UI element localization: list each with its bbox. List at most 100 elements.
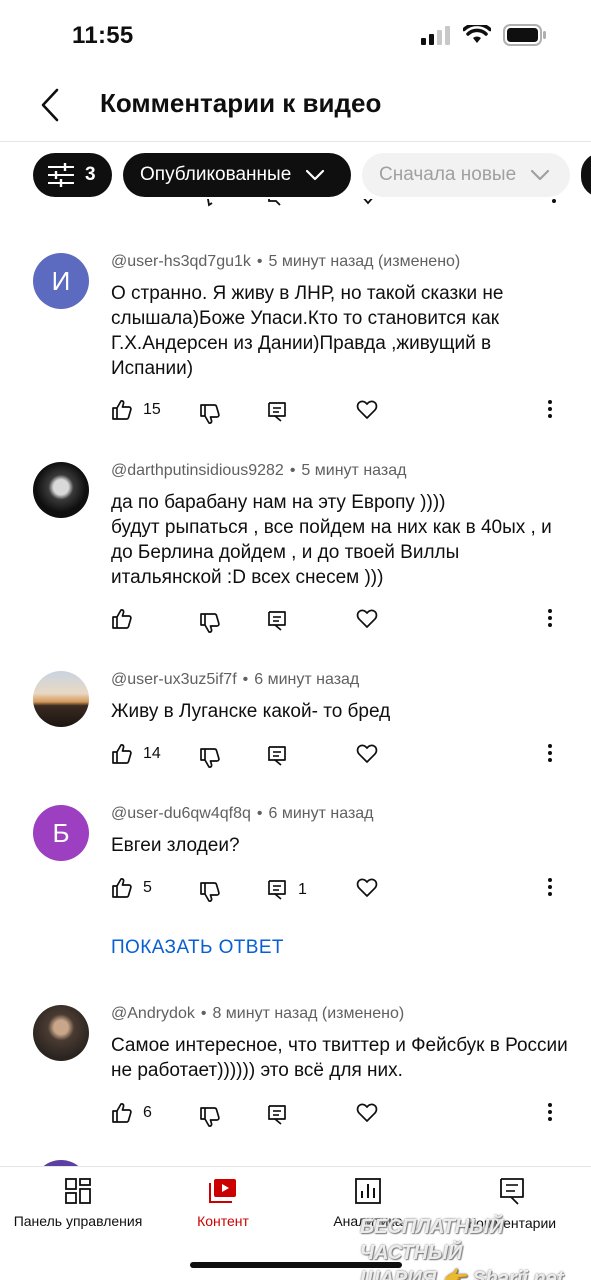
heart-icon <box>356 609 378 628</box>
status-time: 11:55 <box>72 22 134 49</box>
comment-actions <box>0 608 591 638</box>
published-dropdown[interactable]: Опубликованные <box>123 153 351 197</box>
comment-author[interactable]: @user-hs3qd7gu1k <box>111 253 251 270</box>
heart-icon <box>356 1103 378 1122</box>
more-icon <box>548 1103 552 1121</box>
more-button[interactable] <box>546 608 554 628</box>
reply-button[interactable] <box>266 1104 288 1126</box>
watermark-line: ШАРИЯ 👉 Sharij.net <box>360 1268 564 1280</box>
more-icon <box>548 400 552 418</box>
reply-button[interactable]: 1 <box>266 879 307 901</box>
dislike-icon <box>200 404 220 424</box>
avatar[interactable] <box>33 671 89 727</box>
like-count: 5 <box>143 879 152 896</box>
heart-button[interactable] <box>356 608 378 630</box>
comment-author[interactable]: @Andrydok <box>111 1005 195 1022</box>
published-label: Опубликованные <box>140 164 292 185</box>
show-replies-button[interactable]: ПОКАЗАТЬ ОТВЕТ <box>111 937 284 959</box>
reply-count: 1 <box>298 881 307 898</box>
comment-author[interactable]: @darthputinsidious9282 <box>111 462 284 479</box>
comment-author[interactable]: @user-ux3uz5if7f <box>111 671 237 688</box>
wifi-icon <box>463 25 491 43</box>
filter-chips: 3 Опубликованные Сначала новые <box>0 153 591 199</box>
comment-meta: @darthputinsidious9282 • 5 минут назад <box>111 462 407 479</box>
dislike-button[interactable] <box>199 612 221 634</box>
watermark-line: БЕСПЛАТНЫЙ ЧАСТНЫЙ <box>360 1216 504 1264</box>
dislike-icon <box>200 613 220 633</box>
comment-text: Самое интересное, что твиттер и Фейсбук … <box>111 1035 568 1081</box>
avatar[interactable]: Б <box>33 805 89 861</box>
avatar[interactable]: И <box>33 253 89 309</box>
comment-meta: @user-ux3uz5if7f • 6 минут назад <box>111 671 360 688</box>
comment-meta: @user-hs3qd7gu1k • 5 минут назад (изменено… <box>111 253 461 270</box>
more-button[interactable] <box>546 399 554 419</box>
more-chip[interactable] <box>581 153 591 197</box>
dislike-button[interactable] <box>199 747 221 769</box>
sliders-icon <box>48 163 74 187</box>
comment-actions: 14 <box>0 743 591 773</box>
heart-button[interactable] <box>356 743 378 765</box>
dislike-button[interactable] <box>199 881 221 903</box>
heart-button[interactable] <box>356 877 378 899</box>
like-button[interactable]: 14 <box>111 743 161 765</box>
comment-time: 6 минут назад <box>254 671 360 688</box>
filter-chip[interactable]: 3 <box>33 153 112 197</box>
like-icon <box>112 400 132 420</box>
status-icons <box>421 24 547 46</box>
filter-count: 3 <box>85 164 96 185</box>
comments-icon <box>500 1178 524 1205</box>
chevron-down-icon <box>306 169 325 181</box>
comment-time: 5 минут назад <box>301 462 407 479</box>
comment-text: да по барабану нам на эту Европу )))) бу… <box>111 492 552 588</box>
content-icon <box>209 1179 236 1203</box>
reply-icon <box>268 880 286 900</box>
comment-time: 8 минут назад (изменено) <box>212 1005 405 1022</box>
comment-actions: 6 <box>0 1102 591 1132</box>
dislike-icon <box>200 748 220 768</box>
like-count: 6 <box>143 1104 152 1121</box>
comment-actions: 5 1 <box>0 877 591 907</box>
more-button[interactable] <box>546 1102 554 1122</box>
heart-button[interactable] <box>356 1102 378 1124</box>
comment-text: О странно. Я живу в ЛНР, но такой сказки… <box>111 283 504 379</box>
avatar[interactable] <box>33 1005 89 1061</box>
heart-button[interactable] <box>356 399 378 421</box>
avatar[interactable] <box>33 462 89 518</box>
signal-icon <box>421 26 450 45</box>
comment-text: Живу в Луганске какой- то бред <box>111 701 391 722</box>
sort-dropdown[interactable]: Сначала новые <box>362 153 570 197</box>
like-button[interactable] <box>111 608 143 630</box>
dislike-button[interactable] <box>199 403 221 425</box>
more-button[interactable] <box>546 743 554 763</box>
reply-button[interactable] <box>266 610 288 632</box>
heart-icon <box>356 400 378 419</box>
header: Комментарии к видео <box>0 70 591 142</box>
dislike-icon <box>200 1107 220 1127</box>
reply-button[interactable] <box>266 401 288 423</box>
analytics-icon <box>355 1178 381 1204</box>
watermark: БЕСПЛАТНЫЙ ЧАСТНЫЙ ШАРИЯ 👉 Sharij.net <box>360 1214 591 1280</box>
like-button[interactable]: 6 <box>111 1102 152 1124</box>
more-icon <box>548 609 552 627</box>
comment-text: Евгеи злодеи? <box>111 835 240 856</box>
comment: @user-ux3uz5if7f • 6 минут назад Живу в Лу… <box>0 671 591 781</box>
nav-label: Контент <box>197 1213 249 1229</box>
like-button[interactable]: 15 <box>111 399 161 421</box>
like-button[interactable]: 5 <box>111 877 152 899</box>
dislike-icon <box>200 882 220 902</box>
page-title: Комментарии к видео <box>100 88 382 118</box>
dislike-icon <box>207 199 213 207</box>
comment-time: 5 минут назад (изменено) <box>268 253 461 270</box>
nav-dashboard[interactable]: Панель управления <box>10 1177 146 1229</box>
like-icon <box>112 878 132 898</box>
comment-author[interactable]: @user-du6qw4qf8q <box>111 805 251 822</box>
reply-button[interactable] <box>266 745 288 767</box>
more-button[interactable] <box>546 877 554 897</box>
back-button[interactable] <box>34 86 66 124</box>
heart-icon <box>356 744 378 763</box>
reply-icon <box>268 611 286 631</box>
like-count: 14 <box>143 745 161 762</box>
avatar-letter: Б <box>52 817 70 848</box>
dislike-button[interactable] <box>199 1106 221 1128</box>
nav-content[interactable]: Контент <box>187 1177 259 1229</box>
